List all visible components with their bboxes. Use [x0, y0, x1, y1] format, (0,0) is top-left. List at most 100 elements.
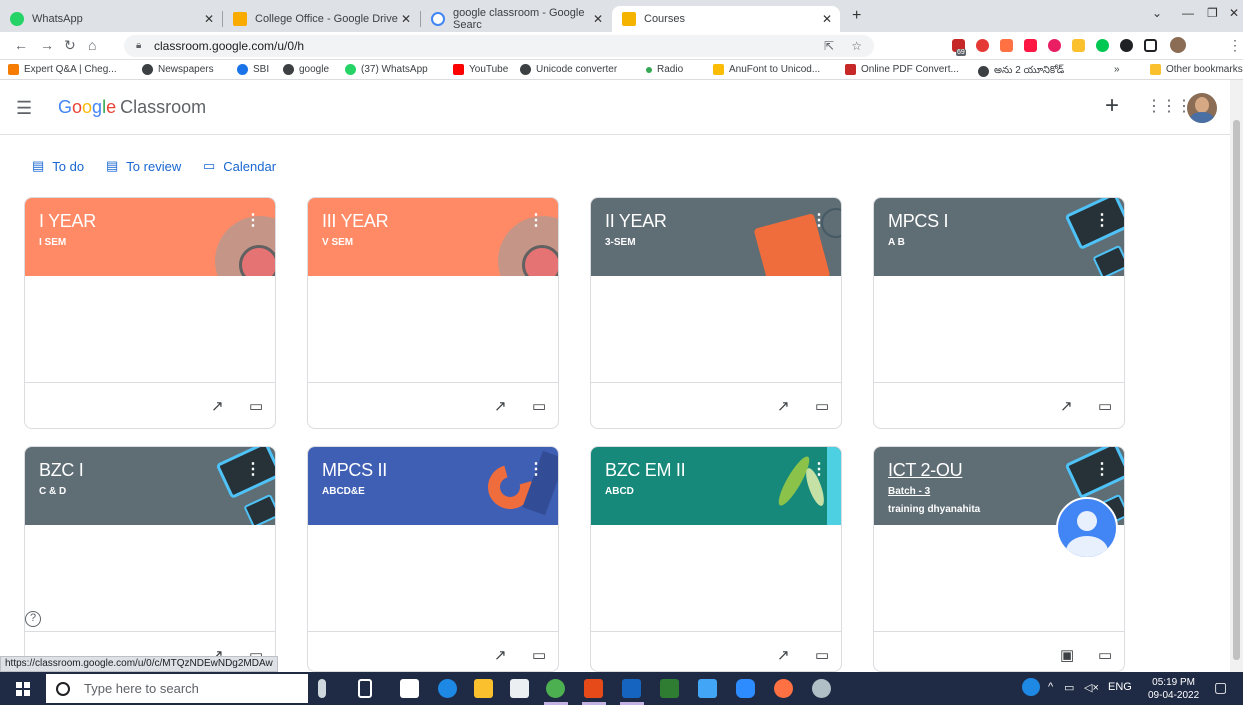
word-icon[interactable] [622, 679, 641, 698]
class-card[interactable]: BZC I C & D ⋮ ↗ ▭ [24, 446, 276, 672]
bookmark-item[interactable]: అను 2 యూనికోడ్ [978, 64, 1064, 78]
store-icon[interactable] [510, 679, 529, 698]
tab-search-icon[interactable]: ⌄ [1152, 6, 1162, 20]
class-card[interactable]: III YEAR V SEM ⋮ ↗ ▭ [307, 197, 559, 429]
close-icon[interactable]: ✕ [593, 12, 603, 26]
home-icon[interactable]: ⌂ [88, 37, 96, 53]
reload-icon[interactable]: ↻ [64, 37, 76, 54]
edge-icon[interactable] [438, 679, 457, 698]
folder-icon[interactable]: ▭ [1098, 397, 1112, 415]
folder-icon[interactable]: ▭ [532, 646, 546, 664]
chevron-up-icon[interactable]: ^ [1048, 681, 1053, 693]
class-title[interactable]: II YEAR [605, 211, 667, 232]
tab-courses[interactable]: Courses ✕ [612, 6, 840, 32]
extension-icon[interactable] [1000, 39, 1013, 52]
bookmark-item[interactable]: AnuFont to Unicod... [713, 64, 820, 75]
firefox-icon[interactable] [774, 679, 793, 698]
account-avatar[interactable] [1187, 93, 1217, 123]
notification-icon[interactable]: ▢ [1214, 679, 1227, 696]
excel-icon[interactable] [660, 679, 679, 698]
trending-up-icon[interactable]: ↗ [494, 397, 507, 415]
language-indicator[interactable]: ENG [1108, 681, 1132, 693]
minimize-button[interactable]: — [1182, 6, 1194, 20]
powerpoint-icon[interactable] [584, 679, 603, 698]
trending-up-icon[interactable]: ↗ [777, 397, 790, 415]
forward-icon[interactable]: → [40, 37, 54, 53]
hamburger-menu-icon[interactable]: ☰ [16, 98, 32, 119]
trending-up-icon[interactable]: ↗ [211, 397, 224, 415]
bookmark-item[interactable]: Unicode converter [520, 64, 617, 75]
more-options-icon[interactable]: ⋮ [245, 210, 261, 230]
class-card[interactable]: I YEAR I SEM ⋮ ↗ ▭ [24, 197, 276, 429]
class-card-banner[interactable]: I YEAR I SEM ⋮ [25, 198, 275, 276]
assignment-icon[interactable]: ▣ [1060, 646, 1074, 664]
page-scrollbar[interactable] [1230, 80, 1243, 672]
close-window-button[interactable]: ✕ [1229, 6, 1239, 20]
class-section[interactable]: Batch - 3 [888, 486, 930, 497]
apps-grid-icon[interactable]: ⋮⋮⋮ [1146, 96, 1192, 116]
profile-avatar[interactable] [1170, 37, 1186, 53]
other-bookmarks[interactable]: Other bookmarks [1150, 64, 1243, 75]
class-card[interactable]: MPCS II ABCD&E ⋮ ↗ ▭ [307, 446, 559, 672]
google-classroom-logo[interactable]: Google Classroom [58, 97, 206, 118]
file-explorer-icon[interactable] [474, 679, 493, 698]
class-card-banner[interactable]: III YEAR V SEM ⋮ [308, 198, 558, 276]
bookmark-item[interactable]: SBI [237, 64, 269, 75]
extension-icon[interactable] [1096, 39, 1109, 52]
help-tray-icon[interactable] [1022, 678, 1040, 696]
folder-icon[interactable]: ▭ [815, 397, 829, 415]
extension-icon[interactable] [1048, 39, 1061, 52]
close-icon[interactable]: ✕ [401, 12, 411, 26]
create-join-class-button[interactable]: + [1105, 92, 1119, 120]
play-icon[interactable] [1024, 39, 1037, 52]
clock[interactable]: 05:19 PM 09-04-2022 [1148, 676, 1199, 702]
class-card-banner[interactable]: II YEAR 3-SEM ⋮ [591, 198, 841, 276]
class-card[interactable]: MPCS I A B ⋮ ↗ ▭ [873, 197, 1125, 429]
bookmarks-overflow-button[interactable]: » [1114, 64, 1120, 75]
more-options-icon[interactable]: ⋮ [811, 210, 827, 230]
bookmark-item[interactable]: YouTube [453, 64, 508, 75]
bookmark-item[interactable]: Newspapers [142, 64, 214, 75]
to-review-link[interactable]: ▤ To review [106, 158, 181, 174]
trending-up-icon[interactable]: ↗ [494, 646, 507, 664]
address-input[interactable]: 🔒︎ classroom.google.com/u/0/h ⇱ ☆ [124, 35, 874, 57]
mail-icon[interactable] [400, 679, 419, 698]
calendar-link[interactable]: ▭ Calendar [203, 158, 276, 174]
app-icon[interactable] [812, 679, 831, 698]
windows-start-icon[interactable] [16, 682, 30, 696]
class-card-banner[interactable]: MPCS II ABCD&E ⋮ [308, 447, 558, 525]
class-card-banner[interactable]: BZC I C & D ⋮ [25, 447, 275, 525]
bookmark-item[interactable]: Online PDF Convert... [845, 64, 959, 75]
network-icon[interactable]: ▭ [1064, 681, 1074, 694]
trending-up-icon[interactable]: ↗ [777, 646, 790, 664]
zoom-icon[interactable] [736, 679, 755, 698]
side-panel-icon[interactable] [1144, 39, 1157, 52]
restore-button[interactable]: ❐ [1207, 6, 1218, 20]
class-title[interactable]: BZC I [39, 460, 84, 481]
menu-icon[interactable]: ⋮ [1228, 37, 1242, 54]
bookmark-item[interactable]: Expert Q&A | Cheg... [8, 64, 117, 75]
close-icon[interactable]: ✕ [204, 12, 214, 26]
bookmark-item[interactable]: google [283, 64, 329, 75]
help-icon[interactable]: ? [25, 611, 41, 627]
microphone-icon[interactable] [318, 679, 326, 698]
class-card-banner[interactable]: MPCS I A B ⋮ [874, 198, 1124, 276]
class-card-banner[interactable]: BZC EM II ABCD ⋮ [591, 447, 841, 525]
more-options-icon[interactable]: ⋮ [245, 459, 261, 479]
folder-icon[interactable]: ▭ [532, 397, 546, 415]
class-card[interactable]: BZC EM II ABCD ⋮ ↗ ▭ [590, 446, 842, 672]
class-title[interactable]: MPCS II [322, 460, 387, 481]
tab-whatsapp[interactable]: WhatsApp ✕ [0, 6, 222, 32]
trending-up-icon[interactable]: ↗ [1060, 397, 1073, 415]
extension-icon[interactable] [1072, 39, 1085, 52]
folder-icon[interactable]: ▭ [249, 397, 263, 415]
more-options-icon[interactable]: ⋮ [1094, 210, 1110, 230]
tab-google-drive[interactable]: College Office - Google Drive ✕ [223, 6, 419, 32]
photos-icon[interactable] [698, 679, 717, 698]
task-view-icon[interactable] [358, 679, 372, 698]
class-title[interactable]: I YEAR [39, 211, 96, 232]
class-title[interactable]: BZC EM II [605, 460, 686, 481]
class-card[interactable]: II YEAR 3-SEM ⋮ ↗ ▭ [590, 197, 842, 429]
ublock-icon[interactable] [976, 39, 989, 52]
chrome-icon[interactable] [546, 679, 565, 698]
